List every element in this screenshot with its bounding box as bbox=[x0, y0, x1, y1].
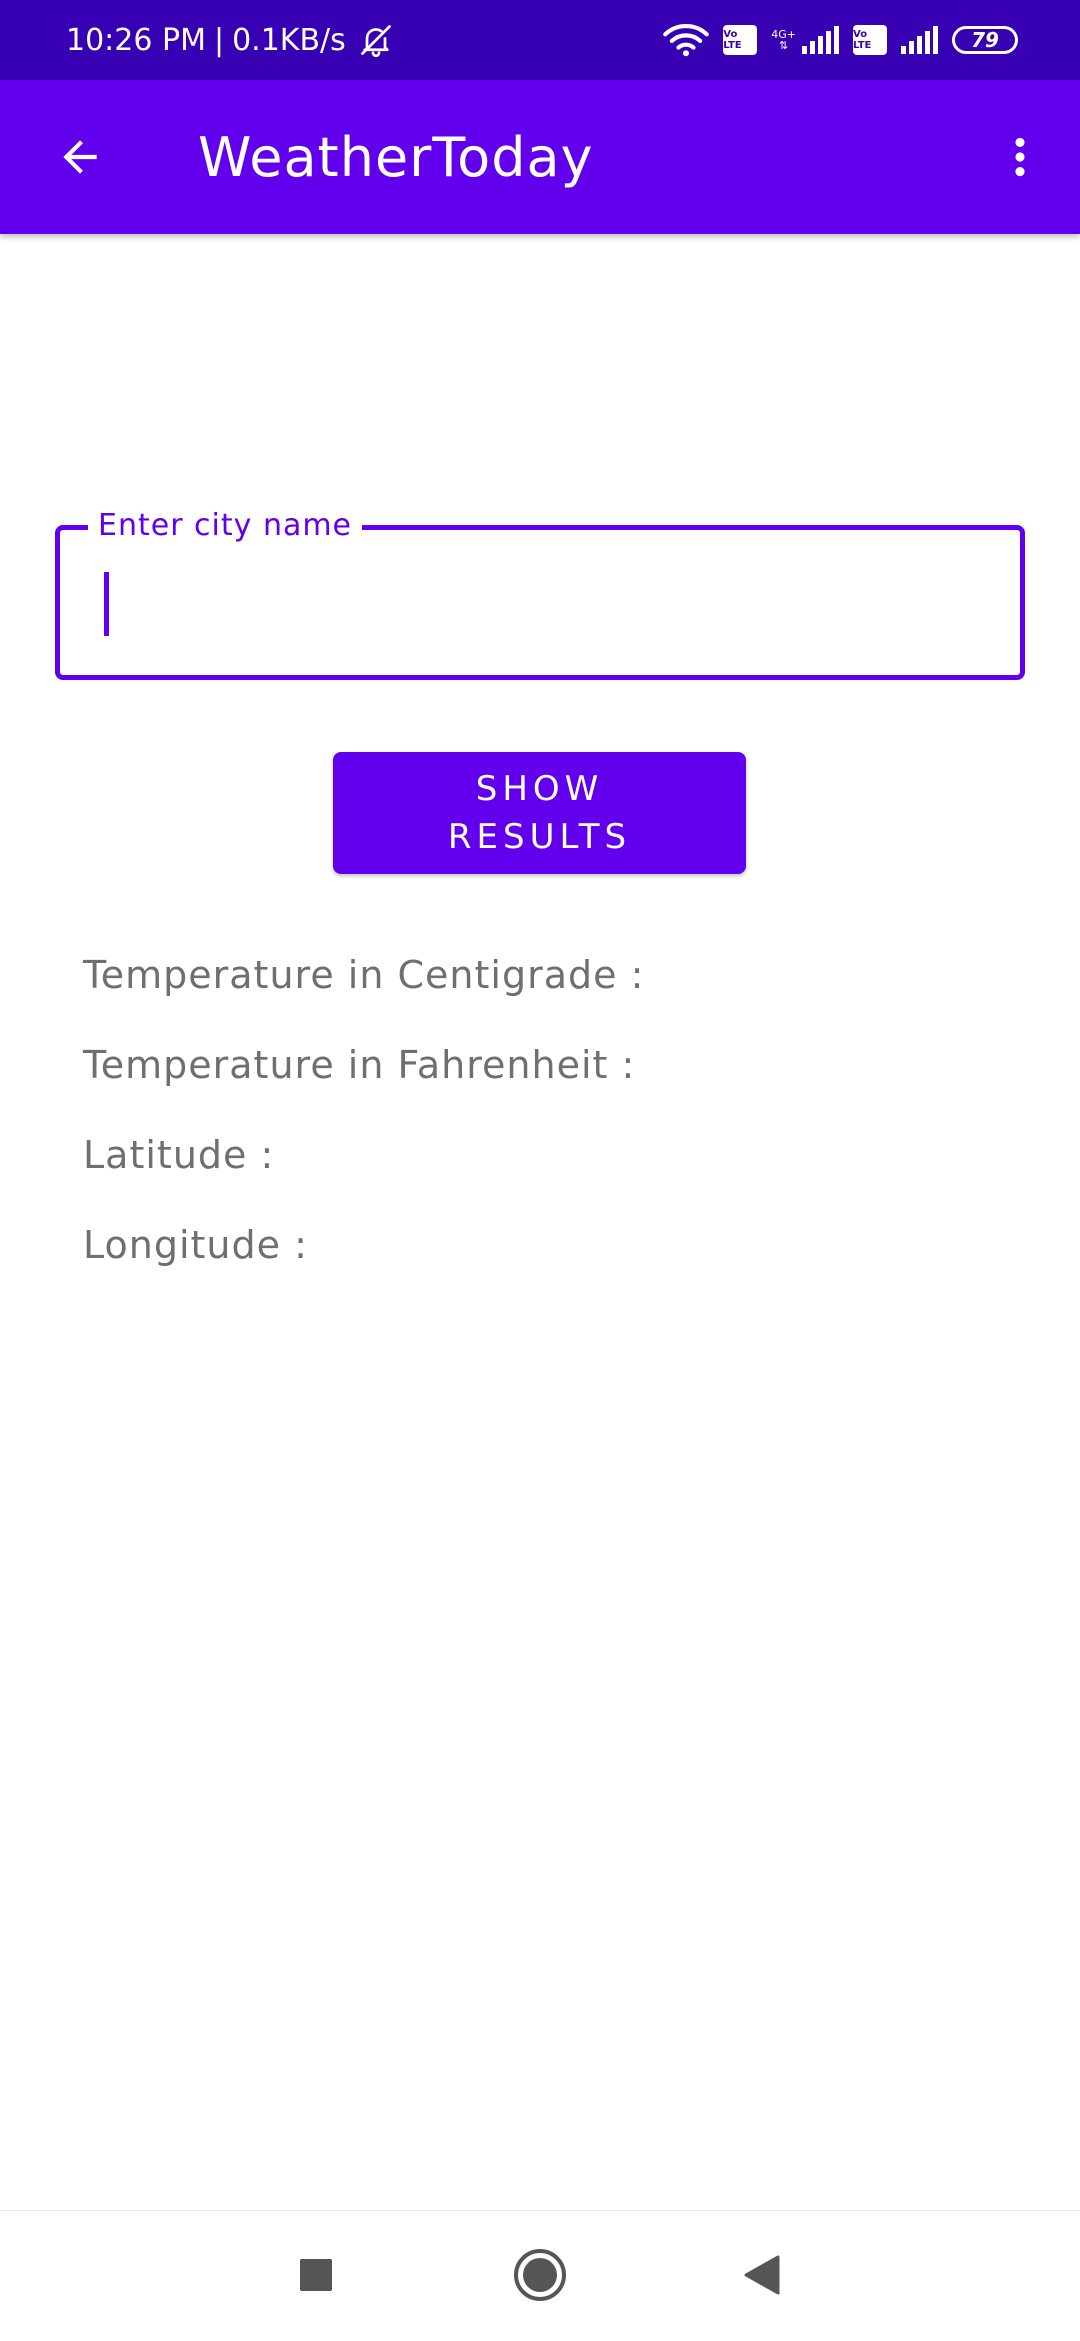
volte-label-2: Vo LTE bbox=[853, 29, 872, 51]
back-triangle-icon bbox=[744, 2255, 780, 2295]
back-button[interactable] bbox=[40, 117, 120, 197]
overflow-menu-button[interactable] bbox=[980, 117, 1060, 197]
city-field[interactable] bbox=[55, 525, 1025, 680]
volte-icon-2: Vo LTE bbox=[853, 25, 887, 55]
wifi-icon bbox=[663, 23, 710, 57]
battery-icon: 79 bbox=[952, 26, 1018, 54]
status-speed: 0.1KB/s bbox=[232, 22, 346, 58]
volte-icon-1: Vo LTE bbox=[723, 25, 758, 55]
temperature-centigrade-label: Temperature in Centigrade : bbox=[83, 953, 645, 997]
temperature-fahrenheit-label: Temperature in Fahrenheit : bbox=[83, 1043, 636, 1087]
battery-level: 79 bbox=[971, 28, 999, 52]
latitude-label: Latitude : bbox=[83, 1133, 275, 1177]
recents-button[interactable] bbox=[276, 2235, 356, 2315]
recents-square-icon bbox=[300, 2259, 332, 2291]
status-time: 10:26 PM bbox=[66, 22, 206, 58]
status-right: Vo LTE 4G+ ⇅ Vo LTE 79 bbox=[663, 0, 1018, 80]
arrow-back-icon bbox=[63, 140, 97, 174]
more-vert-icon bbox=[1015, 137, 1025, 177]
city-field-label: Enter city name bbox=[88, 509, 363, 543]
home-circle-icon bbox=[514, 2249, 566, 2301]
page-title: WeatherToday bbox=[198, 125, 594, 189]
navigation-bar bbox=[0, 2210, 1080, 2341]
text-caret bbox=[104, 572, 109, 636]
system-back-button[interactable] bbox=[722, 2235, 802, 2315]
city-input[interactable] bbox=[100, 560, 984, 642]
status-bar: 10:26 PM | 0.1KB/s Vo LTE 4G+ ⇅ Vo LTE 7… bbox=[0, 0, 1080, 80]
status-separator: | bbox=[213, 22, 225, 58]
signal-icon bbox=[802, 26, 839, 54]
app-bar: WeatherToday bbox=[0, 80, 1080, 234]
home-button[interactable] bbox=[500, 2235, 580, 2315]
show-results-button[interactable]: Show Results bbox=[333, 752, 746, 874]
bell-off-icon bbox=[358, 22, 394, 58]
longitude-label: Longitude : bbox=[83, 1223, 308, 1267]
volte-label-1: Vo LTE bbox=[723, 29, 742, 51]
network-type: 4G+ ⇅ bbox=[771, 29, 796, 51]
status-left: 10:26 PM | 0.1KB/s bbox=[66, 0, 394, 80]
data-arrows-icon: ⇅ bbox=[779, 39, 789, 52]
signal-icon bbox=[901, 26, 938, 54]
